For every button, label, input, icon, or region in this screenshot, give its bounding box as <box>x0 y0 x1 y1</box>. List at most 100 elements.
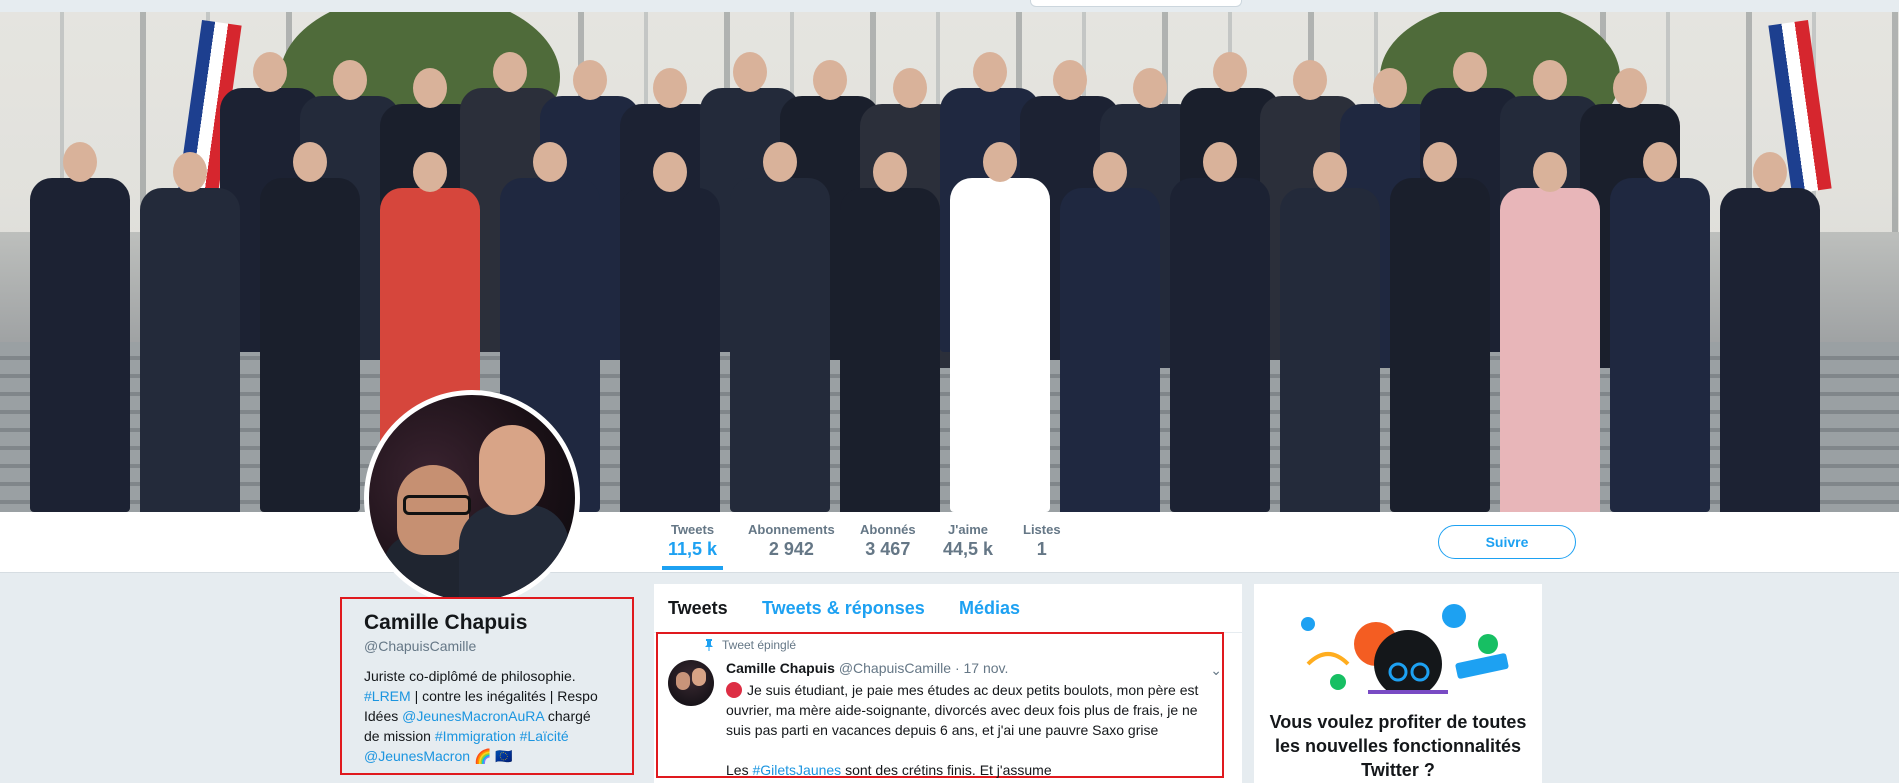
promo-title: Vous voulez profiter de toutes les nouve… <box>1269 712 1527 780</box>
banner-person <box>1280 152 1380 512</box>
pin-icon <box>705 639 713 651</box>
banner-person-head <box>1533 152 1567 192</box>
banner-person-head <box>253 52 287 92</box>
follow-button[interactable]: Suivre <box>1438 525 1576 559</box>
tweet-date[interactable]: · 17 nov. <box>955 660 1008 676</box>
avatar-figure <box>479 425 545 515</box>
stat-followers[interactable]: Abonnés 3 467 <box>860 522 916 560</box>
bio-hashtag-laicite[interactable]: #Laïcité <box>520 728 569 744</box>
banner-person-body <box>840 188 940 512</box>
bio-hashtag-lrem[interactable]: #LREM <box>364 688 411 704</box>
bio-mention-jeunesmacronaura[interactable]: @JeunesMacronAuRA <box>402 708 544 724</box>
banner-person <box>1720 152 1820 512</box>
banner-person-head <box>1053 60 1087 100</box>
banner-person-head <box>1093 152 1127 192</box>
profile-handle[interactable]: @ChapuisCamille <box>364 638 610 654</box>
banner-person-head <box>573 60 607 100</box>
banner-person-head <box>1203 142 1237 182</box>
profile-bio: Juriste co-diplômé de philosophie. #LREM… <box>364 666 610 766</box>
tweet-avatar[interactable] <box>668 660 714 706</box>
tweet-avatar-figure <box>676 672 690 690</box>
tab-tweets-replies[interactable]: Tweets & réponses <box>762 598 925 619</box>
profile-name[interactable]: Camille Chapuis <box>364 611 610 635</box>
banner-person-head <box>653 68 687 108</box>
banner-person-head <box>63 142 97 182</box>
banner-person-head <box>413 152 447 192</box>
stat-value: 2 942 <box>768 539 814 559</box>
tweet-author-name[interactable]: Camille Chapuis <box>726 660 835 676</box>
banner-person-body <box>730 178 830 512</box>
stat-lists[interactable]: Listes 1 <box>1023 522 1061 560</box>
banner-person-head <box>1753 152 1787 192</box>
bio-mention-jeunesmacron[interactable]: @JeunesMacron <box>364 748 470 764</box>
tweet-text: Je suis étudiant, je paie mes études ac … <box>726 680 1226 780</box>
stat-label: J'aime <box>948 522 988 537</box>
pinned-tweet[interactable]: Tweet épinglé Camille Chapuis @ChapuisCa… <box>656 632 1224 778</box>
banner-person-head <box>983 142 1017 182</box>
tweet-text-part: sont des crétins finis. Et j'assume <box>841 762 1052 778</box>
banner-person-body <box>1500 188 1600 512</box>
banner-person-head <box>1533 60 1567 100</box>
banner-person <box>1610 142 1710 512</box>
promo-illustration <box>1301 604 1509 694</box>
banner-person-head <box>493 52 527 92</box>
tweet-text-part: Je suis étudiant, je paie mes études ac … <box>726 682 1199 738</box>
stat-value: 3 467 <box>865 539 911 559</box>
tweet-author-handle[interactable]: @ChapuisCamille <box>839 660 951 676</box>
profile-avatar[interactable] <box>364 390 580 606</box>
stat-value: 11,5 k <box>668 539 718 559</box>
profile-banner[interactable] <box>0 12 1899 512</box>
banner-person-head <box>533 142 567 182</box>
tab-tweets[interactable]: Tweets <box>668 598 728 619</box>
chevron-down-icon[interactable]: ⌄ <box>1210 662 1222 679</box>
bio-emojis: 🌈 🇪🇺 <box>473 748 513 764</box>
banner-person-body <box>30 178 130 512</box>
banner-person-body <box>140 188 240 512</box>
banner-person <box>1060 152 1160 512</box>
profile-card: Camille Chapuis @ChapuisCamille Juriste … <box>340 597 634 775</box>
banner-person-head <box>873 152 907 192</box>
banner-person-head <box>1293 60 1327 100</box>
pinned-label: Tweet épinglé <box>722 638 797 652</box>
banner-person <box>1390 142 1490 512</box>
banner-person <box>1500 152 1600 512</box>
pinned-label-row: Tweet épinglé <box>704 638 796 652</box>
stat-tweets[interactable]: Tweets 11,5 k <box>661 522 724 570</box>
bio-text: Juriste co-diplômé de philosophie. <box>364 668 576 684</box>
stat-likes[interactable]: J'aime 44,5 k <box>943 522 993 560</box>
banner-person-head <box>733 52 767 92</box>
stat-label: Abonnements <box>748 522 835 537</box>
banner-person-head <box>1313 152 1347 192</box>
red-circle-emoji <box>726 682 742 698</box>
banner-person-head <box>293 142 327 182</box>
profile-navbar: Tweets 11,5 k Abonnements 2 942 Abonnés … <box>0 512 1899 573</box>
avatar-glasses <box>403 495 471 515</box>
banner-person-body <box>1720 188 1820 512</box>
tweet-hashtag-giletsjaunes[interactable]: #GiletsJaunes <box>752 762 841 778</box>
banner-person <box>730 142 830 512</box>
banner-person-head <box>333 60 367 100</box>
bio-hashtag-immigration[interactable]: #Immigration <box>435 728 516 744</box>
banner-person <box>30 142 130 512</box>
stat-value: 44,5 k <box>943 539 994 559</box>
tweet-text-part: Les <box>726 762 753 778</box>
banner-person <box>260 142 360 512</box>
tweet-header: Camille Chapuis @ChapuisCamille · 17 nov… <box>726 660 1008 676</box>
banner-person-body <box>1280 188 1380 512</box>
stat-label: Abonnés <box>860 522 916 537</box>
tab-media[interactable]: Médias <box>959 598 1020 619</box>
banner-person-head <box>1613 68 1647 108</box>
stat-label: Listes <box>1023 522 1061 537</box>
banner-person-head <box>1133 68 1167 108</box>
banner-person <box>840 152 940 512</box>
banner-person <box>620 152 720 512</box>
banner-person-head <box>1453 52 1487 92</box>
avatar-figure <box>459 505 569 601</box>
banner-person-head <box>763 142 797 182</box>
banner-person-head <box>813 60 847 100</box>
banner-person-body <box>950 178 1050 512</box>
tweet-avatar-figure <box>692 668 706 686</box>
banner-person-body <box>1610 178 1710 512</box>
stat-following[interactable]: Abonnements 2 942 <box>748 522 835 560</box>
banner-person-head <box>1643 142 1677 182</box>
